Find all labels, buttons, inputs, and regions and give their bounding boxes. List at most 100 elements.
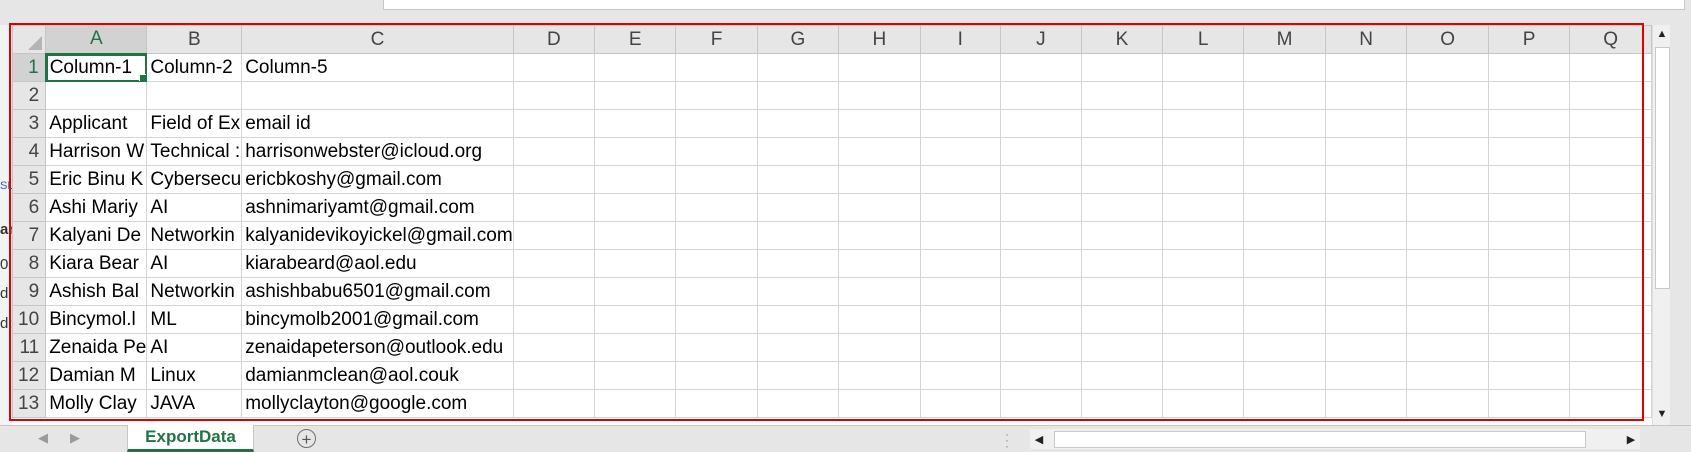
- cell-d12[interactable]: [512, 361, 596, 390]
- cell-p12[interactable]: [1487, 361, 1571, 390]
- cell-i6[interactable]: [919, 193, 1001, 222]
- cell-n9[interactable]: [1324, 277, 1408, 306]
- cell-e4[interactable]: [594, 137, 677, 166]
- cell-i1[interactable]: [919, 53, 1001, 82]
- cell-j10[interactable]: [999, 305, 1082, 334]
- cell-a2[interactable]: [45, 81, 148, 110]
- cell-k8[interactable]: [1080, 249, 1164, 278]
- cell-l4[interactable]: [1162, 137, 1245, 166]
- cell-g2[interactable]: [756, 81, 840, 110]
- cell-e13[interactable]: [594, 389, 677, 418]
- cell-b7[interactable]: Networkin: [146, 221, 243, 250]
- cell-g10[interactable]: [756, 305, 840, 334]
- cell-e1[interactable]: [594, 53, 677, 82]
- cell-p7[interactable]: [1487, 221, 1571, 250]
- cell-q2[interactable]: [1569, 81, 1652, 110]
- cell-d8[interactable]: [512, 249, 596, 278]
- cell-b9[interactable]: Networkin: [146, 277, 243, 306]
- cell-q9[interactable]: [1569, 277, 1652, 306]
- cell-a12[interactable]: Damian M: [45, 361, 148, 390]
- cell-i7[interactable]: [919, 221, 1001, 250]
- cell-e12[interactable]: [594, 361, 677, 390]
- cell-i4[interactable]: [919, 137, 1001, 166]
- column-header-f[interactable]: F: [675, 25, 758, 54]
- cell-f7[interactable]: [675, 221, 758, 250]
- cell-f2[interactable]: [675, 81, 758, 110]
- cell-k5[interactable]: [1080, 165, 1164, 194]
- cell-c2[interactable]: [241, 81, 514, 110]
- cell-j1[interactable]: [999, 53, 1082, 82]
- cell-h12[interactable]: [838, 361, 921, 390]
- cell-l1[interactable]: [1162, 53, 1245, 82]
- cell-a3[interactable]: Applicant: [45, 109, 148, 138]
- cell-a9[interactable]: Ashish Bal: [45, 277, 148, 306]
- formula-input[interactable]: [383, 0, 1685, 10]
- cell-a6[interactable]: Ashi Mariy: [45, 193, 148, 222]
- cell-l3[interactable]: [1162, 109, 1245, 138]
- cell-l11[interactable]: [1162, 333, 1245, 362]
- cell-m4[interactable]: [1243, 137, 1326, 166]
- cell-k7[interactable]: [1080, 221, 1164, 250]
- row-header-4[interactable]: 4: [12, 137, 47, 166]
- cell-o13[interactable]: [1406, 389, 1489, 418]
- cell-d3[interactable]: [512, 109, 596, 138]
- cell-n6[interactable]: [1324, 193, 1408, 222]
- column-header-e[interactable]: E: [594, 25, 677, 54]
- scroll-down-icon[interactable]: ▼: [1653, 405, 1671, 423]
- cell-k9[interactable]: [1080, 277, 1164, 306]
- column-header-k[interactable]: K: [1080, 25, 1164, 54]
- row-header-10[interactable]: 10: [12, 305, 47, 334]
- cell-l6[interactable]: [1162, 193, 1245, 222]
- cell-f10[interactable]: [675, 305, 758, 334]
- cell-p6[interactable]: [1487, 193, 1571, 222]
- cell-m13[interactable]: [1243, 389, 1326, 418]
- cell-b5[interactable]: Cybersecu: [146, 165, 243, 194]
- select-all-button[interactable]: [12, 25, 47, 54]
- cell-i3[interactable]: [919, 109, 1001, 138]
- cell-k12[interactable]: [1080, 361, 1164, 390]
- cell-p9[interactable]: [1487, 277, 1571, 306]
- cell-i2[interactable]: [919, 81, 1001, 110]
- cell-d2[interactable]: [512, 81, 596, 110]
- cell-j6[interactable]: [999, 193, 1082, 222]
- cell-j9[interactable]: [999, 277, 1082, 306]
- cell-l12[interactable]: [1162, 361, 1245, 390]
- cell-c10[interactable]: bincymolb2001@gmail.com: [241, 305, 514, 334]
- cell-f12[interactable]: [675, 361, 758, 390]
- cell-d4[interactable]: [512, 137, 596, 166]
- cell-e11[interactable]: [594, 333, 677, 362]
- cell-i8[interactable]: [919, 249, 1001, 278]
- cell-l7[interactable]: [1162, 221, 1245, 250]
- cell-o2[interactable]: [1406, 81, 1489, 110]
- cell-p10[interactable]: [1487, 305, 1571, 334]
- cell-d10[interactable]: [512, 305, 596, 334]
- cell-o7[interactable]: [1406, 221, 1489, 250]
- cell-e9[interactable]: [594, 277, 677, 306]
- cell-c6[interactable]: ashnimariyamt@gmail.com: [241, 193, 514, 222]
- cell-n10[interactable]: [1324, 305, 1408, 334]
- cell-n8[interactable]: [1324, 249, 1408, 278]
- cell-b3[interactable]: Field of Ex: [146, 109, 243, 138]
- row-header-11[interactable]: 11: [12, 333, 47, 362]
- cell-g3[interactable]: [756, 109, 840, 138]
- cell-d1[interactable]: [512, 53, 596, 82]
- cell-a13[interactable]: Molly Clay: [45, 389, 148, 418]
- cell-c3[interactable]: email id: [241, 109, 514, 138]
- cell-b11[interactable]: AI: [146, 333, 243, 362]
- sheet-tab-exportdata[interactable]: ExportData: [127, 425, 254, 452]
- cell-b13[interactable]: JAVA: [146, 389, 243, 418]
- cell-a10[interactable]: Bincymol.l: [45, 305, 148, 334]
- cell-m2[interactable]: [1243, 81, 1326, 110]
- cell-d11[interactable]: [512, 333, 596, 362]
- cell-d6[interactable]: [512, 193, 596, 222]
- cell-j3[interactable]: [999, 109, 1082, 138]
- cell-h9[interactable]: [838, 277, 921, 306]
- cell-o12[interactable]: [1406, 361, 1489, 390]
- cell-b6[interactable]: AI: [146, 193, 243, 222]
- cell-a1[interactable]: Column-1: [45, 53, 148, 82]
- cell-h6[interactable]: [838, 193, 921, 222]
- row-header-12[interactable]: 12: [12, 361, 47, 390]
- cell-a11[interactable]: Zenaida Pe: [45, 333, 148, 362]
- cell-p5[interactable]: [1487, 165, 1571, 194]
- column-header-c[interactable]: C: [241, 25, 514, 54]
